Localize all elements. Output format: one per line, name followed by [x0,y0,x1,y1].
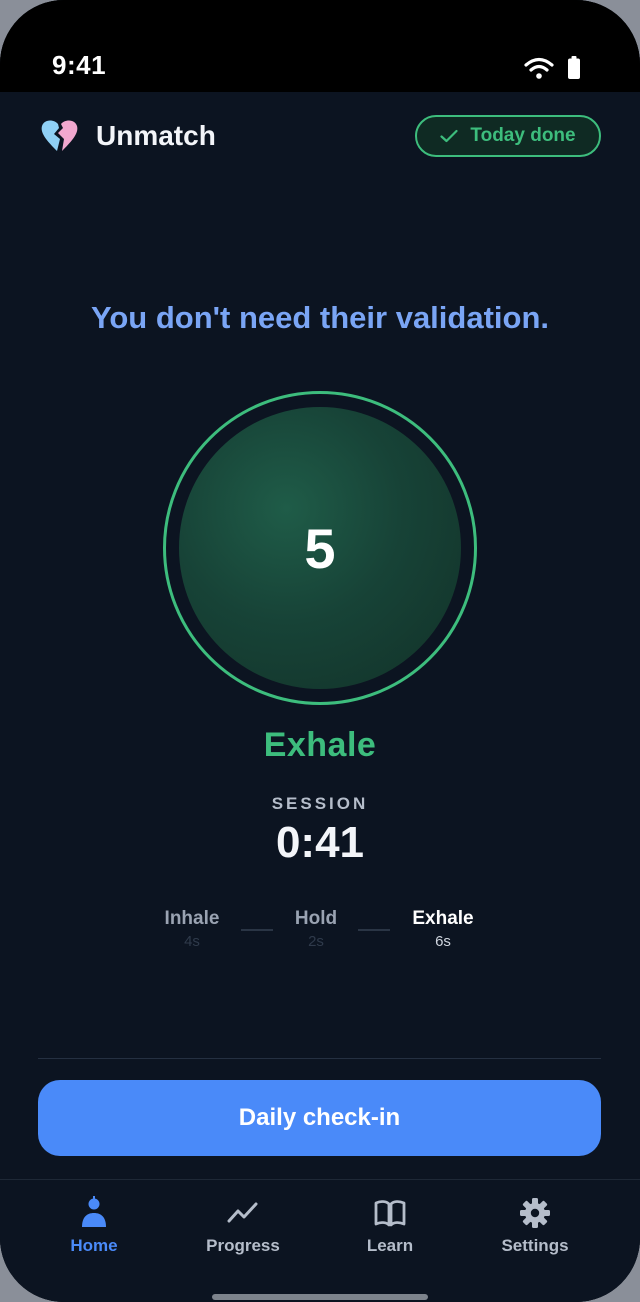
broken-heart-icon [41,120,78,151]
status-time: 9:41 [52,50,107,80]
step-duration: 6s [435,933,451,950]
step-duration: 2s [308,933,324,950]
affirmation-text: You don't need their validation. [90,300,550,335]
tab-label: Learn [366,1236,414,1255]
tab-progress[interactable]: Progress [173,1196,313,1266]
app-brand: Unmatch [40,116,216,156]
person-icon [82,1196,106,1227]
status-bar: 9:41 [0,0,640,92]
step-hold: Hold 2s [261,908,371,950]
tab-settings[interactable]: Settings [465,1196,605,1266]
session-timer: 0:41 [275,818,365,867]
badge-label: Today done [470,125,576,146]
step-inhale: Inhale 4s [137,908,247,950]
trend-line-icon [227,1202,258,1223]
app-screen: 9:41 Unmatch Today done You don't need t… [0,0,640,1302]
section-divider [38,1058,601,1059]
daily-check-in-button[interactable]: Daily check-in [38,1080,601,1156]
phone-frame: 9:41 Unmatch Today done You don't need t… [0,0,640,1302]
wifi-icon [524,57,554,79]
home-indicator[interactable] [212,1294,428,1300]
step-connector [358,929,390,931]
today-done-badge: Today done [415,115,601,157]
app-name: Unmatch [96,120,216,151]
tab-home[interactable]: Home [24,1196,164,1266]
tab-label: Progress [206,1236,280,1255]
check-icon [440,129,458,143]
breath-countdown: 5 [304,516,336,580]
tab-label: Home [70,1236,118,1255]
tab-learn[interactable]: Learn [320,1196,460,1266]
step-name: Exhale [412,908,474,929]
open-book-icon [374,1200,406,1227]
step-duration: 4s [184,933,200,950]
gear-icon [520,1198,550,1228]
step-name: Hold [294,908,338,929]
tab-label: Settings [501,1236,569,1255]
battery-icon [568,56,580,79]
session-label: SESSION [271,794,369,813]
breath-phase-label: Exhale [263,726,377,764]
step-exhale: Exhale 6s [388,908,498,950]
step-name: Inhale [164,908,220,929]
